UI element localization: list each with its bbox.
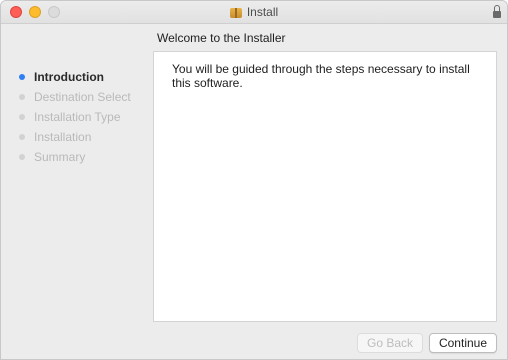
step-introduction: Introduction [19,67,131,87]
title-bar: Install [1,1,507,24]
step-indicator-dot [19,94,25,100]
go-back-button[interactable]: Go Back [357,333,423,353]
step-indicator-dot [19,114,25,120]
continue-button[interactable]: Continue [429,333,497,353]
step-installation-type: Installation Type [19,107,131,127]
step-label: Introduction [34,70,104,84]
step-label: Installation Type [34,110,121,124]
step-label: Summary [34,150,86,164]
step-indicator-dot [19,74,25,80]
step-label: Destination Select [34,90,131,104]
step-summary: Summary [19,147,131,167]
step-indicator-dot [19,154,25,160]
step-indicator-dot [19,134,25,140]
lock-icon [493,5,501,18]
window-title-group: Install [1,1,507,23]
step-label: Installation [34,130,92,144]
package-icon [229,7,242,18]
steps-sidebar: Introduction Destination Select Installa… [19,67,131,167]
page-title: Welcome to the Installer [157,31,286,45]
installer-window: Install Welcome to the Installer Introdu… [0,0,508,360]
window-title: Install [246,5,279,19]
intro-text: You will be guided through the steps nec… [172,62,470,90]
content-panel: You will be guided through the steps nec… [153,51,497,322]
step-installation: Installation [19,127,131,147]
step-destination-select: Destination Select [19,87,131,107]
